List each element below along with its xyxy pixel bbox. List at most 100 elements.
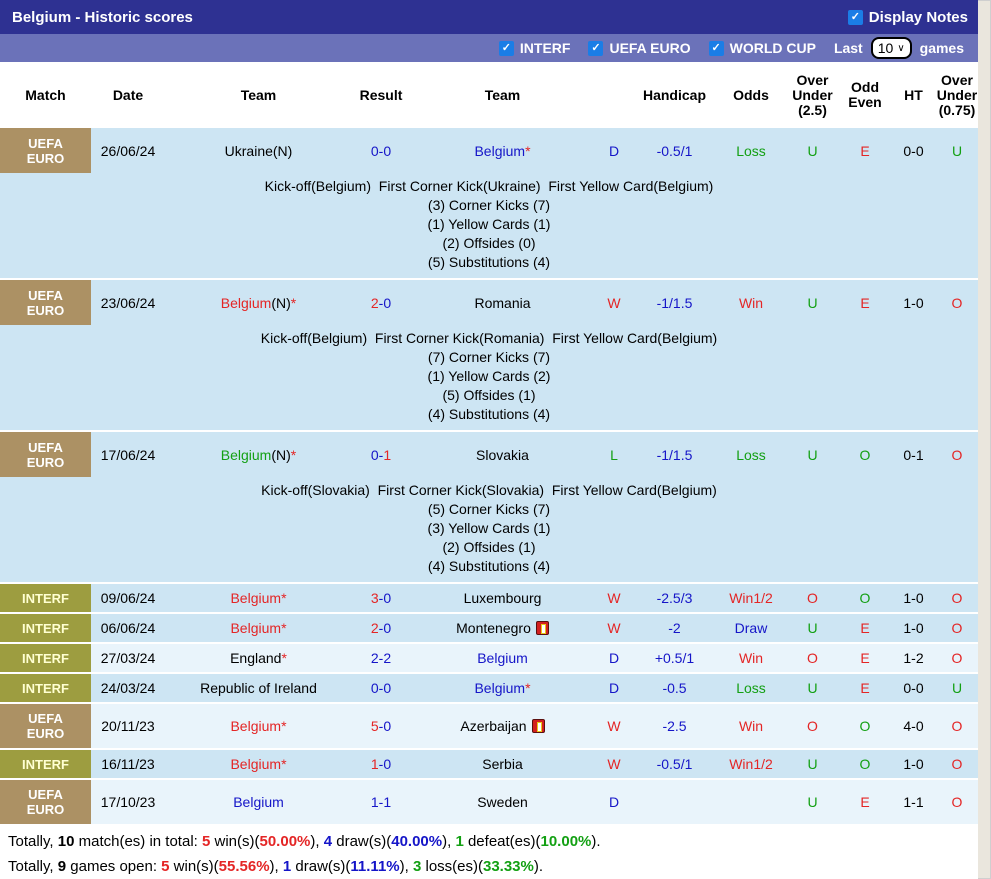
halftime-score: 0-0	[891, 143, 936, 159]
away-team: Slovakia	[410, 447, 595, 463]
over-under-25: O	[786, 718, 839, 734]
text-segment: Slovakia	[476, 447, 529, 463]
odd-even: E	[839, 295, 891, 311]
away-team: Azerbaijan	[410, 718, 595, 734]
note-line: (4) Substitutions (4)	[0, 557, 978, 576]
text-segment: 10	[58, 833, 75, 850]
over-under-25: U	[786, 620, 839, 636]
score: 2-2	[352, 650, 410, 666]
over-under-25: U	[786, 794, 839, 810]
match-date: 20/11/23	[91, 718, 165, 734]
over-under-075: O	[936, 295, 978, 311]
over-under-075: O	[936, 620, 978, 636]
text-segment: Belgium	[230, 756, 281, 772]
home-team: Ukraine(N)	[165, 143, 352, 159]
over-under-075: O	[936, 794, 978, 810]
col-result: Result	[352, 88, 410, 103]
handicap-value: -0.5/1	[633, 143, 716, 159]
red-card-icon	[532, 719, 545, 733]
competition-badge: INTERF	[0, 614, 91, 642]
text-segment: draw(s)(	[332, 833, 391, 850]
text-segment: 0	[383, 143, 391, 159]
over-under-25: O	[786, 590, 839, 606]
text-segment: ),	[310, 833, 323, 850]
text-segment: 5	[161, 858, 169, 875]
text-segment: *	[281, 718, 286, 734]
text-segment: *	[291, 295, 296, 311]
text-segment: 1	[371, 794, 379, 810]
text-segment: Belgium	[230, 718, 281, 734]
over-under-075: O	[936, 590, 978, 606]
over-under-25: U	[786, 756, 839, 772]
match-row: UEFA EURO17/10/23Belgium1-1SwedenDUE1-1O	[0, 780, 978, 824]
text-segment: Belgium	[221, 447, 272, 463]
competition-badge: UEFA EURO	[0, 704, 91, 748]
last-games-select[interactable]: 10 ∨	[871, 37, 912, 59]
note-line: Kick-off(Belgium) First Corner Kick(Roma…	[0, 329, 978, 348]
match-block: UEFA EURO23/06/24Belgium(N)*2-0RomaniaW-…	[0, 280, 978, 432]
home-team: Belgium*	[165, 620, 352, 636]
text-segment: 2	[371, 650, 379, 666]
halftime-score: 1-0	[891, 590, 936, 606]
note-line: Kick-off(Belgium) First Corner Kick(Ukra…	[0, 177, 978, 196]
text-segment: 0	[383, 680, 391, 696]
world-cup-checkbox[interactable]: ✓	[709, 41, 724, 56]
handicap-odds-result: Draw	[716, 620, 786, 636]
score: 0-0	[352, 143, 410, 159]
halftime-score: 0-1	[891, 447, 936, 463]
wdl-letter: D	[595, 794, 633, 810]
match-notes: Kick-off(Slovakia) First Corner Kick(Slo…	[0, 477, 978, 582]
handicap-odds-result: Win	[716, 718, 786, 734]
display-notes-group: ✓ Display Notes	[848, 9, 968, 26]
match-row: INTERF24/03/24Republic of Ireland0-0Belg…	[0, 674, 978, 702]
text-segment: 0	[383, 620, 391, 636]
odd-even: O	[839, 590, 891, 606]
match-date: 23/06/24	[91, 295, 165, 311]
col-team1: Team	[165, 88, 352, 103]
away-team: Belgium	[410, 650, 595, 666]
competition-badge: UEFA EURO	[0, 780, 91, 824]
text-segment: *	[291, 447, 296, 463]
match-date: 27/03/24	[91, 650, 165, 666]
text-segment: 0	[371, 680, 379, 696]
text-segment: England	[230, 650, 281, 666]
text-segment: *	[525, 680, 530, 696]
text-segment: 0	[371, 447, 379, 463]
odd-even: E	[839, 794, 891, 810]
match-block: UEFA EURO20/11/23Belgium*5-0AzerbaijanW-…	[0, 704, 978, 750]
handicap-value: -1/1.5	[633, 295, 716, 311]
uefa-euro-checkbox[interactable]: ✓	[588, 41, 603, 56]
note-line: (1) Yellow Cards (1)	[0, 215, 978, 234]
text-segment: match(es) in total:	[74, 833, 202, 850]
note-line: (4) Substitutions (4)	[0, 405, 978, 424]
interf-checkbox[interactable]: ✓	[499, 41, 514, 56]
text-segment: 55.56%	[219, 858, 270, 875]
games-label: games	[920, 40, 964, 56]
text-segment: 1	[371, 756, 379, 772]
over-under-075: O	[936, 650, 978, 666]
col-handicap: Handicap	[633, 88, 716, 103]
note-line: (5) Corner Kicks (7)	[0, 500, 978, 519]
score: 1-1	[352, 794, 410, 810]
red-card-icon	[536, 621, 549, 635]
text-segment: *	[525, 143, 530, 159]
text-segment: Azerbaijan	[460, 718, 526, 734]
home-team: Belgium*	[165, 756, 352, 772]
match-date: 24/03/24	[91, 680, 165, 696]
display-notes-checkbox[interactable]: ✓	[848, 10, 863, 25]
away-team: Belgium*	[410, 680, 595, 696]
competition-badge: INTERF	[0, 644, 91, 672]
last-label: Last	[834, 40, 863, 56]
text-segment: 0	[383, 718, 391, 734]
away-team: Romania	[410, 295, 595, 311]
col-date: Date	[91, 88, 165, 103]
panel-content: Belgium - Historic scores ✓ Display Note…	[0, 0, 978, 879]
halftime-score: 1-1	[891, 794, 936, 810]
text-segment: loss(es)(	[421, 858, 483, 875]
text-segment: 2	[371, 295, 379, 311]
text-segment: Romania	[474, 295, 530, 311]
competition-badge: INTERF	[0, 674, 91, 702]
text-segment: ),	[270, 858, 283, 875]
text-segment: *	[281, 650, 286, 666]
col-odds: Odds	[716, 88, 786, 103]
